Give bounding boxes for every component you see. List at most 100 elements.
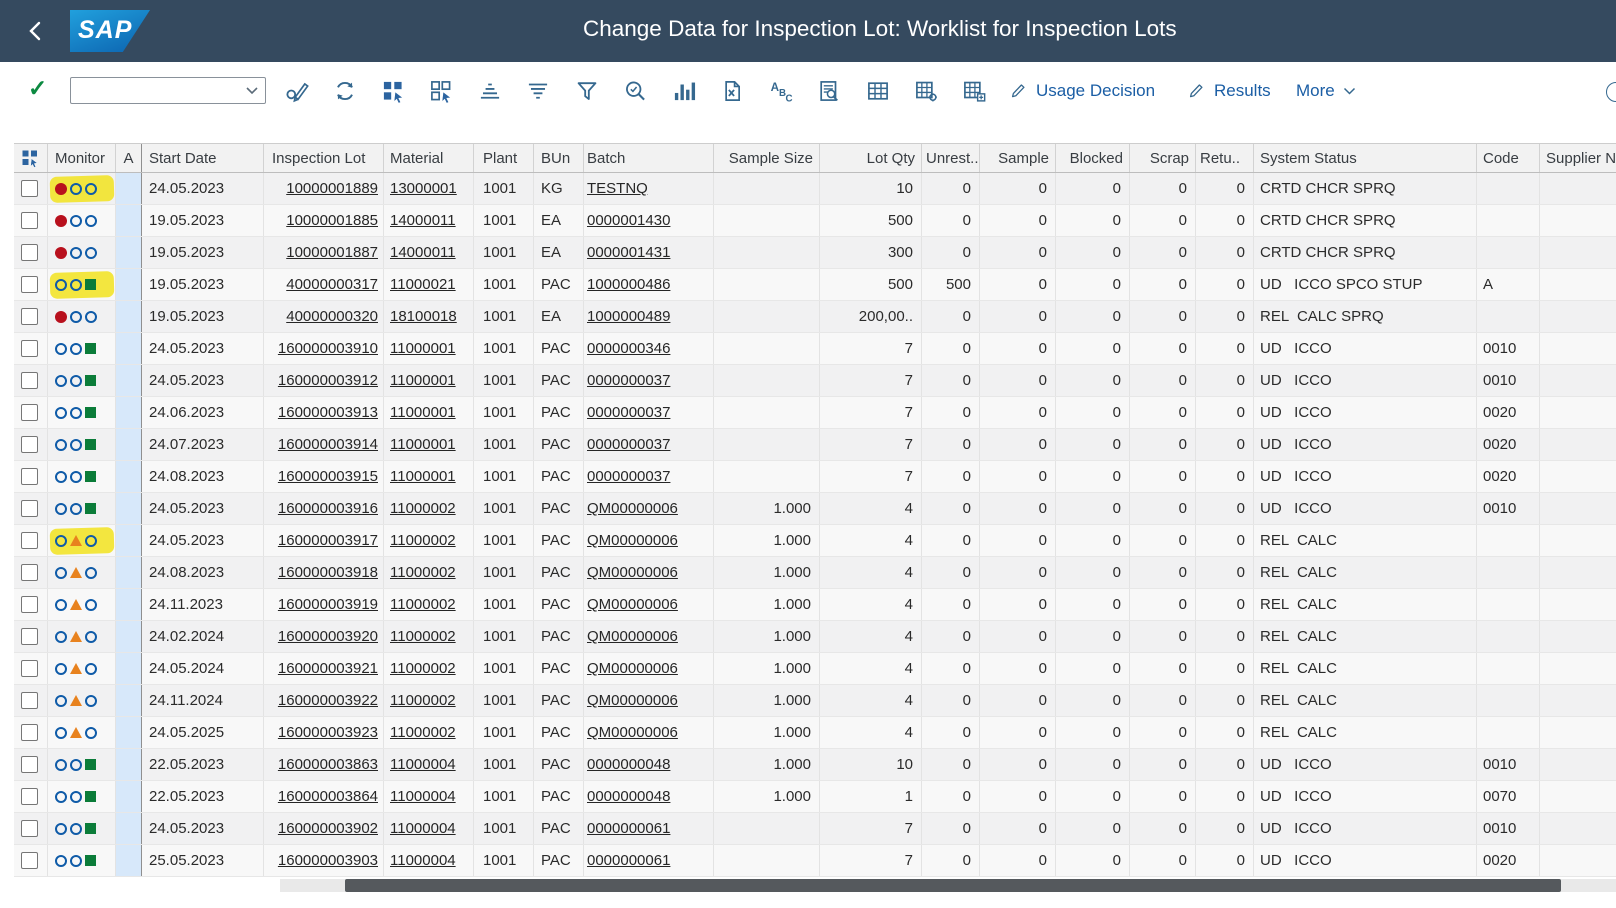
batch-link[interactable]: QM00000006 xyxy=(587,628,678,645)
inspection-lot-link[interactable]: 160000003918 xyxy=(278,564,378,581)
row-checkbox[interactable] xyxy=(21,244,38,261)
material-link[interactable]: 13000001 xyxy=(390,180,457,197)
enter-ok-button[interactable]: ✓ xyxy=(28,75,47,102)
batch-link[interactable]: QM00000006 xyxy=(587,532,678,549)
inspection-lot-link[interactable]: 10000001889 xyxy=(286,180,378,197)
material-link[interactable]: 11000002 xyxy=(390,692,456,709)
column-header-material[interactable]: Material xyxy=(384,144,474,172)
material-link[interactable]: 11000004 xyxy=(390,756,456,773)
inspection-lot-link[interactable]: 160000003913 xyxy=(278,404,378,421)
material-link[interactable]: 11000001 xyxy=(390,372,456,389)
row-checkbox[interactable] xyxy=(21,500,38,517)
back-button[interactable] xyxy=(22,17,50,45)
material-link[interactable]: 14000011 xyxy=(390,212,456,229)
sort-descending-button[interactable] xyxy=(520,72,556,110)
row-checkbox[interactable] xyxy=(21,436,38,453)
batch-link[interactable]: 0000000048 xyxy=(587,756,670,773)
batch-link[interactable]: 1000000489 xyxy=(587,308,670,325)
row-checkbox[interactable] xyxy=(21,212,38,229)
inspection-lot-link[interactable]: 160000003902 xyxy=(278,820,378,837)
row-checkbox[interactable] xyxy=(21,692,38,709)
export-spreadsheet-button[interactable] xyxy=(714,72,750,110)
grid-settings-button[interactable] xyxy=(908,72,944,110)
abc-analysis-button[interactable]: A B C xyxy=(763,72,799,110)
inspection-lot-link[interactable]: 160000003921 xyxy=(278,660,378,677)
row-checkbox[interactable] xyxy=(21,788,38,805)
grid-display-button[interactable] xyxy=(860,72,896,110)
inspection-lot-link[interactable]: 160000003923 xyxy=(278,724,378,741)
inspection-lot-link[interactable]: 160000003920 xyxy=(278,628,378,645)
deselect-all-button[interactable] xyxy=(423,72,459,110)
material-link[interactable]: 11000004 xyxy=(390,788,456,805)
inspection-lot-link[interactable]: 160000003912 xyxy=(278,372,378,389)
column-header-inspection-lot[interactable]: Inspection Lot xyxy=(264,144,384,172)
material-link[interactable]: 11000002 xyxy=(390,660,456,677)
batch-link[interactable]: 0000000061 xyxy=(587,820,670,837)
inspection-lot-link[interactable]: 160000003910 xyxy=(278,340,378,357)
select-all-header[interactable] xyxy=(14,144,48,172)
material-link[interactable]: 11000004 xyxy=(390,852,456,869)
grid-views-button[interactable] xyxy=(956,72,992,110)
row-checkbox[interactable] xyxy=(21,724,38,741)
material-link[interactable]: 11000002 xyxy=(390,500,456,517)
horizontal-scrollbar-thumb[interactable] xyxy=(345,879,1561,892)
inspection-lot-link[interactable]: 160000003903 xyxy=(278,852,378,869)
search-icon-partial[interactable] xyxy=(1606,82,1616,102)
batch-link[interactable]: 0000000037 xyxy=(587,404,670,421)
material-link[interactable]: 11000002 xyxy=(390,628,456,645)
material-link[interactable]: 11000001 xyxy=(390,468,456,485)
batch-link[interactable]: TESTNQ xyxy=(587,180,648,197)
inspection-lot-link[interactable]: 160000003919 xyxy=(278,596,378,613)
row-checkbox[interactable] xyxy=(21,596,38,613)
row-checkbox[interactable] xyxy=(21,468,38,485)
column-header-a[interactable]: A xyxy=(116,144,142,172)
batch-link[interactable]: QM00000006 xyxy=(587,660,678,677)
material-link[interactable]: 11000001 xyxy=(390,340,456,357)
inspection-lot-link[interactable]: 160000003863 xyxy=(278,756,378,773)
row-checkbox[interactable] xyxy=(21,628,38,645)
inspection-lot-link[interactable]: 10000001885 xyxy=(286,212,378,229)
inspection-lot-link[interactable]: 160000003916 xyxy=(278,500,378,517)
column-header-sample-size[interactable]: Sample Size xyxy=(714,144,820,172)
column-header-sample[interactable]: Sample xyxy=(980,144,1056,172)
chart-button[interactable] xyxy=(666,72,702,110)
refresh-button[interactable] xyxy=(327,72,363,110)
batch-link[interactable]: 0000000037 xyxy=(587,468,670,485)
inspection-lot-link[interactable]: 160000003917 xyxy=(278,532,378,549)
batch-link[interactable]: QM00000006 xyxy=(587,692,678,709)
material-link[interactable]: 18100018 xyxy=(390,308,457,325)
row-checkbox[interactable] xyxy=(21,372,38,389)
inspection-lot-link[interactable]: 160000003864 xyxy=(278,788,378,805)
batch-link[interactable]: QM00000006 xyxy=(587,564,678,581)
row-checkbox[interactable] xyxy=(21,564,38,581)
select-all-button[interactable] xyxy=(375,72,411,110)
column-header-unrest[interactable]: Unrest.. xyxy=(922,144,980,172)
column-header-monitor[interactable]: Monitor xyxy=(48,144,116,172)
column-header-batch[interactable]: Batch xyxy=(584,144,714,172)
material-link[interactable]: 11000004 xyxy=(390,820,456,837)
column-header-system-status[interactable]: System Status xyxy=(1254,144,1477,172)
layout-combobox[interactable] xyxy=(70,77,266,104)
row-checkbox[interactable] xyxy=(21,756,38,773)
batch-link[interactable]: 0000000061 xyxy=(587,852,670,869)
column-header-supplier[interactable]: Supplier Name xyxy=(1540,144,1616,172)
find-button[interactable] xyxy=(617,72,653,110)
results-button[interactable]: Results xyxy=(1186,72,1271,110)
inspection-lot-link[interactable]: 40000000317 xyxy=(286,276,378,293)
batch-link[interactable]: QM00000006 xyxy=(587,500,678,517)
material-link[interactable]: 11000001 xyxy=(390,436,456,453)
material-link[interactable]: 14000011 xyxy=(390,244,456,261)
row-checkbox[interactable] xyxy=(21,276,38,293)
material-link[interactable]: 11000002 xyxy=(390,596,456,613)
row-checkbox[interactable] xyxy=(21,180,38,197)
column-header-code[interactable]: Code xyxy=(1477,144,1540,172)
row-checkbox[interactable] xyxy=(21,532,38,549)
more-button[interactable]: More xyxy=(1296,72,1356,110)
sort-ascending-button[interactable] xyxy=(472,72,508,110)
column-header-blocked[interactable]: Blocked xyxy=(1056,144,1130,172)
batch-link[interactable]: QM00000006 xyxy=(587,596,678,613)
material-link[interactable]: 11000002 xyxy=(390,564,456,581)
material-link[interactable]: 11000021 xyxy=(390,276,456,293)
inspection-lot-link[interactable]: 10000001887 xyxy=(286,244,378,261)
material-link[interactable]: 11000001 xyxy=(390,404,456,421)
